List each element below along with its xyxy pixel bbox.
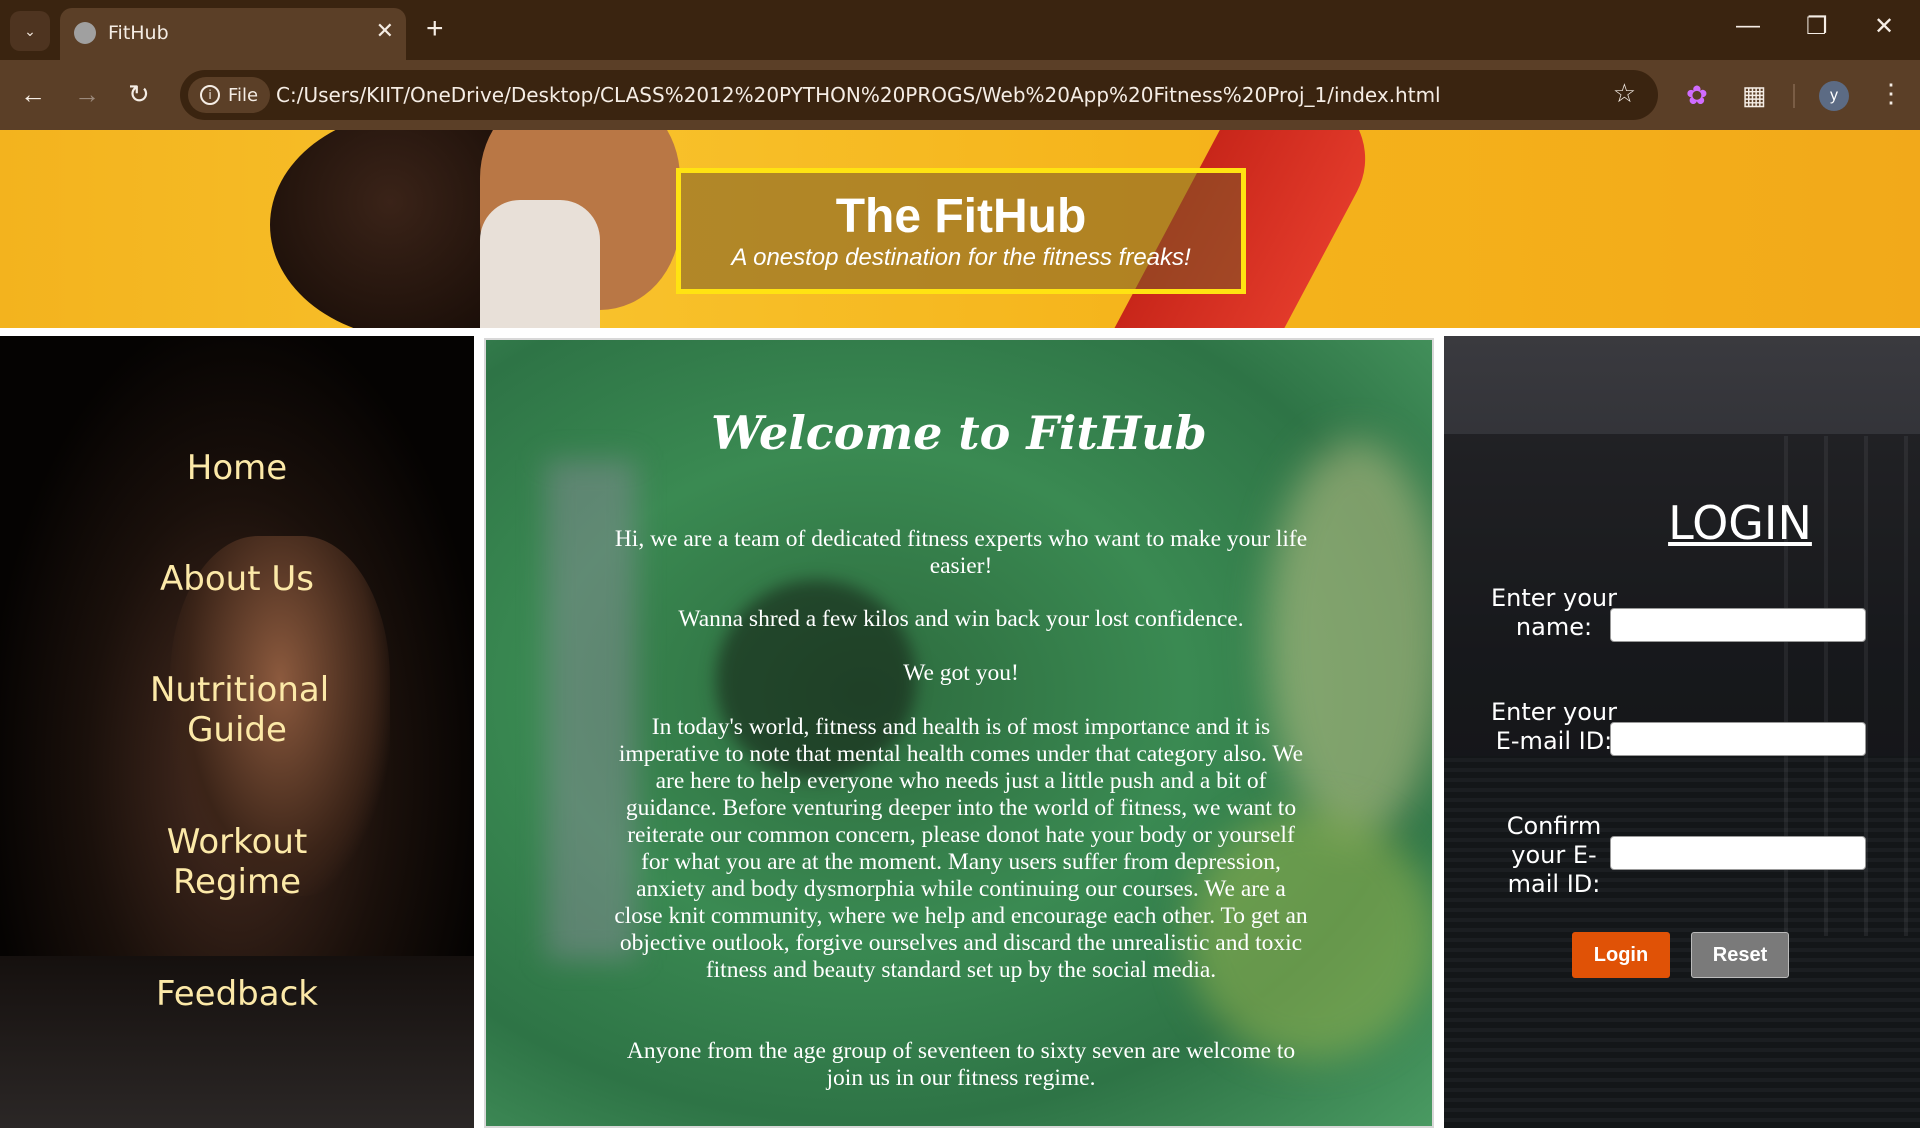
profile-avatar[interactable]: y	[1819, 81, 1849, 111]
forward-icon[interactable]: →	[74, 79, 100, 110]
back-icon[interactable]: ←	[20, 79, 46, 110]
sidebar-item-about-us[interactable]: About Us	[0, 559, 474, 599]
minimize-icon[interactable]: —	[1736, 12, 1760, 40]
new-tab-icon[interactable]: +	[426, 12, 444, 46]
address-bar[interactable]: i File C:/Users/KIIT/OneDrive/Desktop/CL…	[180, 70, 1658, 120]
name-input[interactable]	[1610, 608, 1866, 642]
puzzle-icon[interactable]: ▦	[1742, 80, 1767, 111]
login-panel: LOGIN Enter your name: Enter your E-mail…	[1444, 336, 1920, 1128]
menu-icon[interactable]: ⋮	[1878, 78, 1904, 109]
site-title-box: The FitHub A onestop destination for the…	[676, 168, 1246, 294]
sidebar-item-feedback[interactable]: Feedback	[0, 974, 474, 1014]
name-label: Enter your name:	[1490, 584, 1617, 641]
sidebar-item-nutritional-guide[interactable]: Nutritional Guide	[0, 670, 474, 750]
browser-toolbar: ← → ↻ i File C:/Users/KIIT/OneDrive/Desk…	[0, 60, 1920, 130]
star-icon[interactable]: ☆	[1613, 78, 1636, 109]
login-title: LOGIN	[1668, 496, 1812, 550]
age-group-paragraph: Anyone from the age group of seventeen t…	[626, 1038, 1296, 1091]
site-tagline: A onestop destination for the fitness fr…	[731, 244, 1191, 271]
tab-title: FitHub	[108, 22, 169, 44]
intro-paragraph: Hi, we are a team of dedicated fitness e…	[614, 526, 1308, 579]
welcome-heading: Welcome to FitHub	[711, 406, 1207, 460]
mission-paragraph: In today's world, fitness and health is …	[614, 714, 1308, 983]
url-text[interactable]: C:/Users/KIIT/OneDrive/Desktop/CLASS%201…	[276, 83, 1441, 107]
extension-icon[interactable]: ✿	[1686, 80, 1708, 111]
window-close-icon[interactable]: ✕	[1874, 12, 1894, 41]
info-icon: i	[200, 85, 220, 105]
restore-icon[interactable]: ❐	[1806, 12, 1828, 41]
confirm-email-label: Confirm your E-mail ID:	[1506, 812, 1602, 898]
header-divider	[0, 328, 1920, 336]
login-button[interactable]: Login	[1572, 932, 1670, 978]
email-label: Enter your E-mail ID:	[1490, 698, 1617, 755]
confirm-email-input[interactable]	[1610, 836, 1866, 870]
site-info-chip[interactable]: i File	[188, 77, 271, 113]
file-chip-label: File	[228, 84, 259, 106]
browser-tab-bar: ⌄ FitHub ✕ + — ❐ ✕	[0, 0, 1920, 60]
site-title: The FitHub	[835, 190, 1087, 243]
sidebar-item-workout-regime[interactable]: Workout Regime	[0, 822, 474, 902]
reset-button[interactable]: Reset	[1691, 932, 1789, 978]
globe-icon	[74, 22, 96, 44]
shred-paragraph: Wanna shred a few kilos and win back you…	[678, 606, 1244, 632]
toolbar-divider	[1793, 84, 1795, 108]
got-you-paragraph: We got you!	[903, 660, 1019, 686]
sidebar-nav: Home About Us Nutritional Guide Workout …	[0, 336, 474, 1128]
reload-icon[interactable]: ↻	[128, 79, 150, 110]
welcome-section: Welcome to FitHub Hi, we are a team of d…	[484, 338, 1434, 1128]
sidebar-item-home[interactable]: Home	[0, 448, 474, 488]
banner-photo-top	[480, 200, 600, 328]
email-input[interactable]	[1610, 722, 1866, 756]
tab-list-icon[interactable]: ⌄	[10, 11, 50, 51]
close-icon[interactable]: ✕	[376, 18, 394, 44]
browser-tab[interactable]: FitHub ✕	[60, 8, 406, 60]
header-banner: The FitHub A onestop destination for the…	[0, 130, 1920, 328]
